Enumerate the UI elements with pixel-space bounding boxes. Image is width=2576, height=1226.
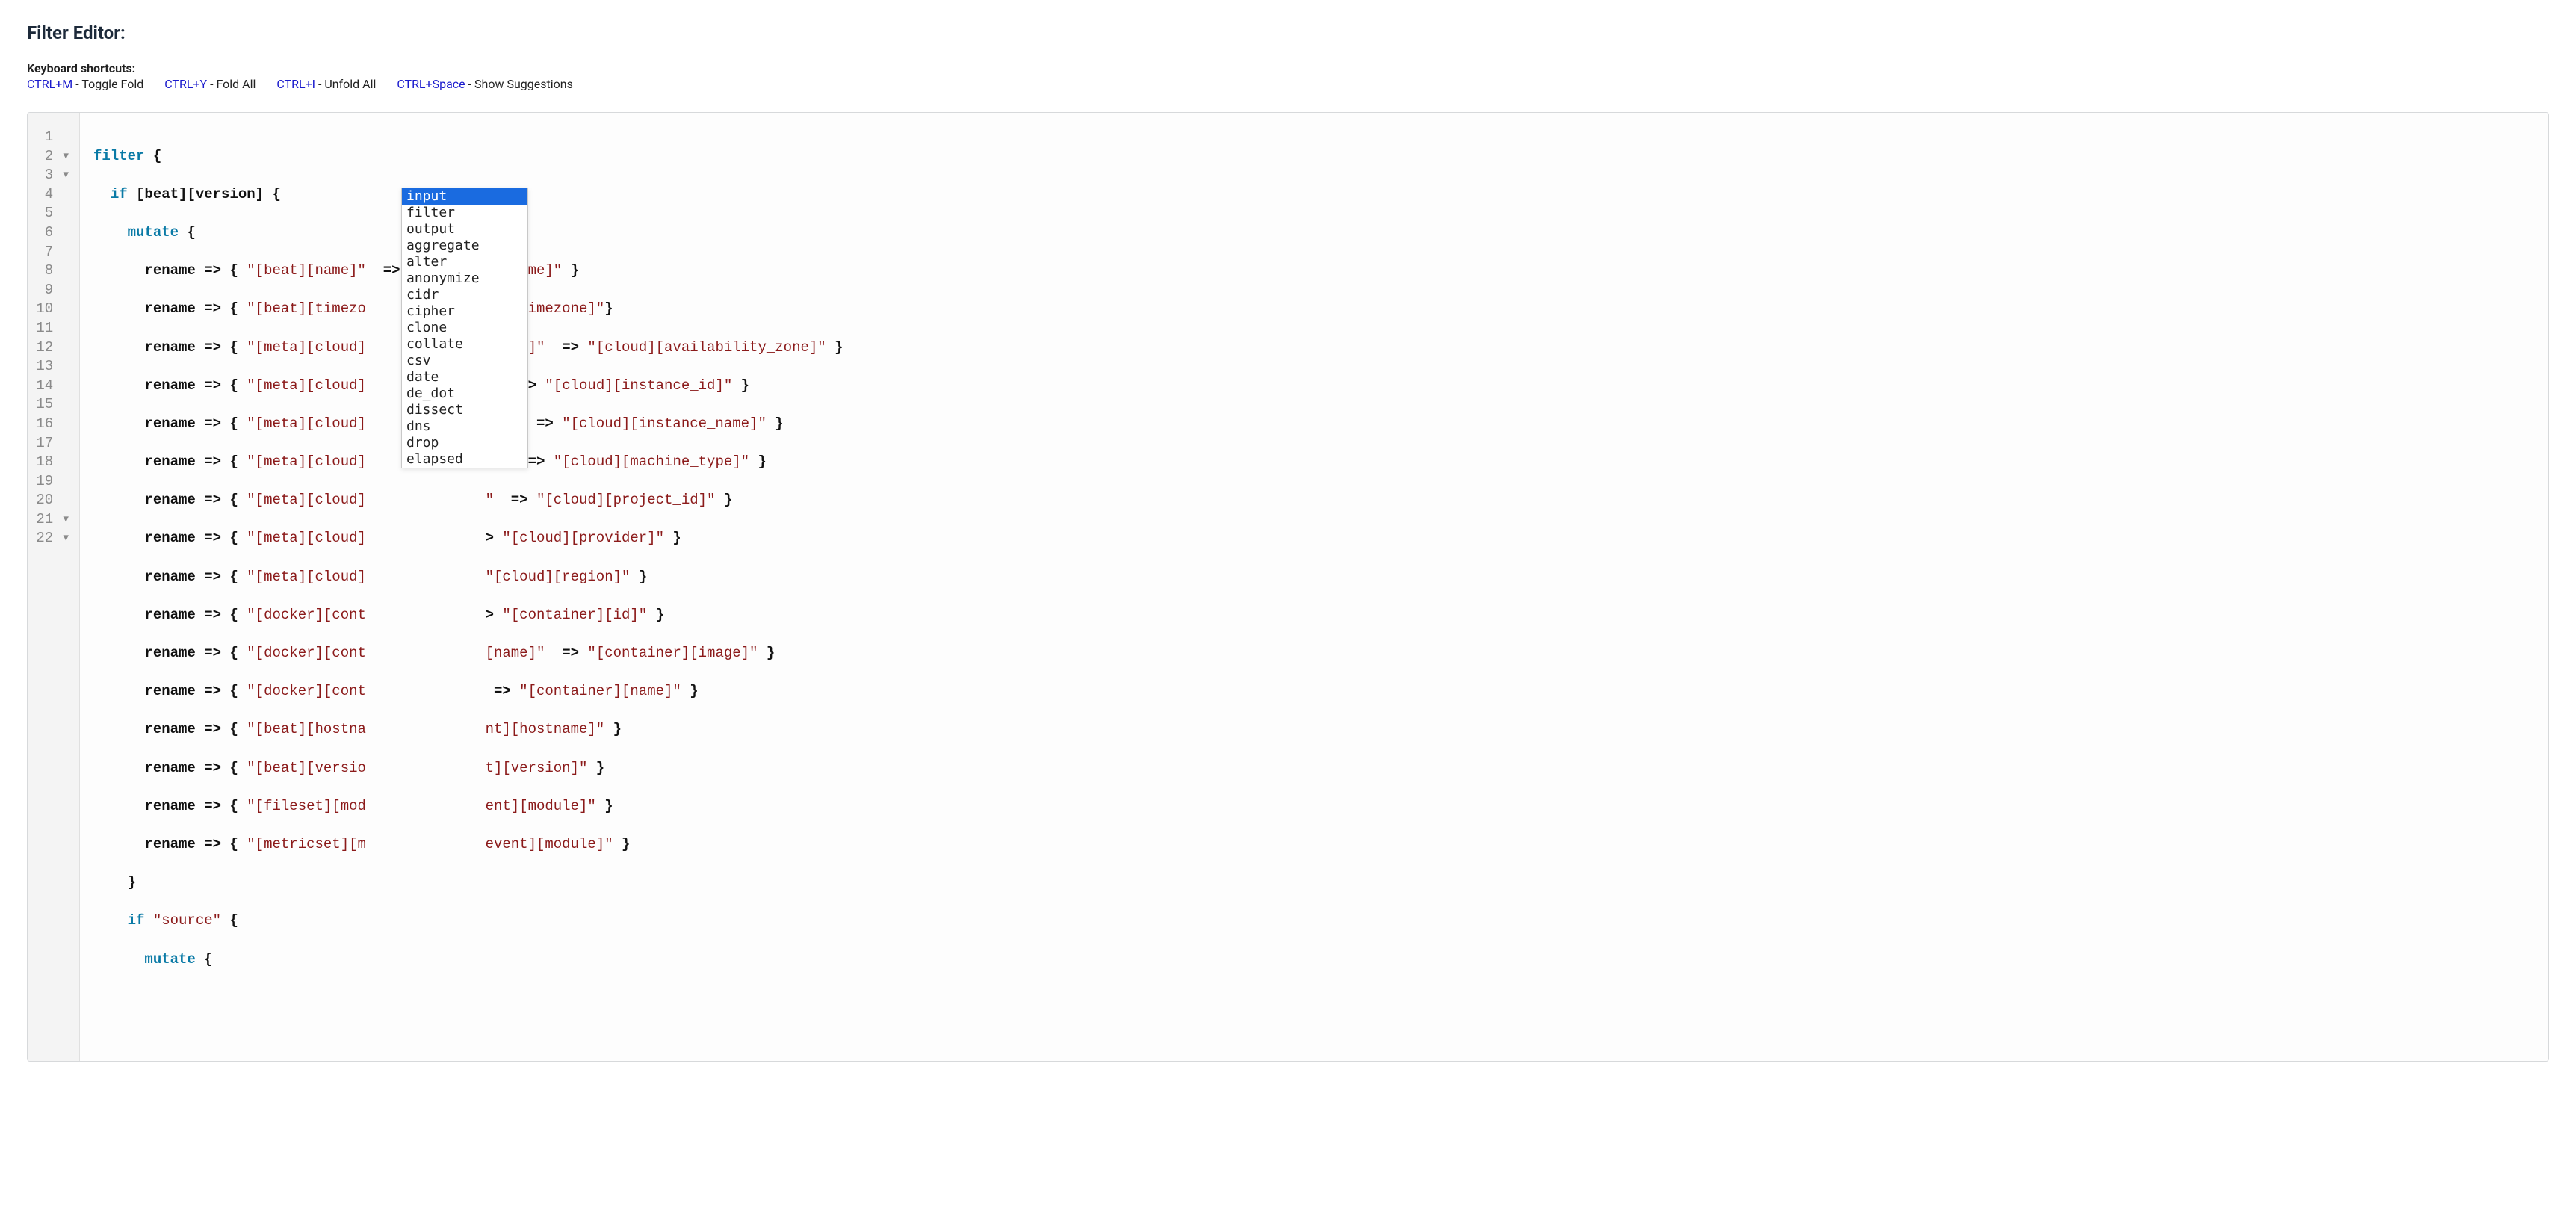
shortcut-key: CTRL+M xyxy=(27,77,72,91)
suggestion-item[interactable]: clone xyxy=(402,320,527,336)
shortcut-key: CTRL+I xyxy=(276,77,315,91)
line-number[interactable]: 5 xyxy=(31,204,73,223)
suggestion-item[interactable]: output xyxy=(402,221,527,238)
shortcut-desc: - Toggle Fold xyxy=(72,77,143,91)
autocomplete-popup[interactable]: inputfilteroutputaggregatealteranonymize… xyxy=(401,188,528,468)
suggestion-item[interactable]: input xyxy=(402,188,527,205)
page-title: Filter Editor: xyxy=(27,22,2549,43)
suggestion-item[interactable]: aggregate xyxy=(402,238,527,254)
code-editor[interactable]: 1 2 ▾3 ▾4 5 6 7 8 9 10 11 12 13 14 15 16… xyxy=(27,112,2549,1062)
line-number[interactable]: 18 xyxy=(31,453,73,472)
line-number[interactable]: 10 xyxy=(31,300,73,319)
line-number[interactable]: 12 xyxy=(31,338,73,358)
suggestion-item[interactable]: filter xyxy=(402,205,527,221)
suggestion-item[interactable]: csv xyxy=(402,353,527,369)
suggestion-item[interactable]: dns xyxy=(402,418,527,435)
line-number[interactable]: 16 xyxy=(31,415,73,434)
suggestion-item[interactable]: anonymize xyxy=(402,270,527,287)
line-number[interactable]: 22 ▾ xyxy=(31,529,73,548)
line-number[interactable]: 8 xyxy=(31,261,73,281)
shortcuts-heading: Keyboard shortcuts: xyxy=(27,61,2549,75)
shortcut-desc: - Unfold All xyxy=(315,77,376,91)
line-number[interactable]: 9 xyxy=(31,281,73,300)
code-area[interactable]: filter { if [beat][version] { mutate { r… xyxy=(80,113,2548,1061)
line-number[interactable]: 3 ▾ xyxy=(31,166,73,185)
shortcuts-bar: CTRL+M - Toggle Fold CTRL+Y - Fold All C… xyxy=(27,77,2549,91)
line-number[interactable]: 13 xyxy=(31,357,73,377)
line-number[interactable]: 15 xyxy=(31,395,73,415)
line-number[interactable]: 7 xyxy=(31,243,73,262)
suggestion-item[interactable]: date xyxy=(402,369,527,386)
line-number[interactable]: 19 xyxy=(31,472,73,492)
line-number[interactable]: 11 xyxy=(31,319,73,338)
line-number[interactable]: 2 ▾ xyxy=(31,147,73,167)
suggestion-item[interactable]: cipher xyxy=(402,303,527,320)
shortcut-show-suggestions: CTRL+Space - Show Suggestions xyxy=(397,77,573,91)
line-gutter[interactable]: 1 2 ▾3 ▾4 5 6 7 8 9 10 11 12 13 14 15 16… xyxy=(28,113,80,1061)
shortcut-unfold-all: CTRL+I - Unfold All xyxy=(276,77,379,91)
suggestion-item[interactable]: alter xyxy=(402,254,527,270)
suggestion-item[interactable]: collate xyxy=(402,336,527,353)
line-number[interactable]: 6 xyxy=(31,223,73,243)
shortcut-desc: - Show Suggestions xyxy=(465,77,573,91)
line-number[interactable]: 17 xyxy=(31,434,73,453)
shortcut-toggle-fold: CTRL+M - Toggle Fold xyxy=(27,77,146,91)
suggestion-item[interactable]: de_dot xyxy=(402,386,527,402)
shortcut-key: CTRL+Y xyxy=(164,77,207,91)
line-number[interactable]: 1 xyxy=(31,128,73,147)
line-number[interactable]: 14 xyxy=(31,377,73,396)
suggestion-item[interactable]: elapsed xyxy=(402,451,527,468)
suggestion-item[interactable]: dissect xyxy=(402,402,527,418)
shortcut-fold-all: CTRL+Y - Fold All xyxy=(164,77,258,91)
suggestion-item[interactable]: drop xyxy=(402,435,527,451)
line-number[interactable]: 4 xyxy=(31,185,73,205)
line-number[interactable]: 20 xyxy=(31,491,73,510)
shortcut-desc: - Fold All xyxy=(207,77,256,91)
line-number[interactable]: 21 ▾ xyxy=(31,510,73,530)
shortcut-key: CTRL+Space xyxy=(397,77,465,91)
suggestion-item[interactable]: cidr xyxy=(402,287,527,303)
